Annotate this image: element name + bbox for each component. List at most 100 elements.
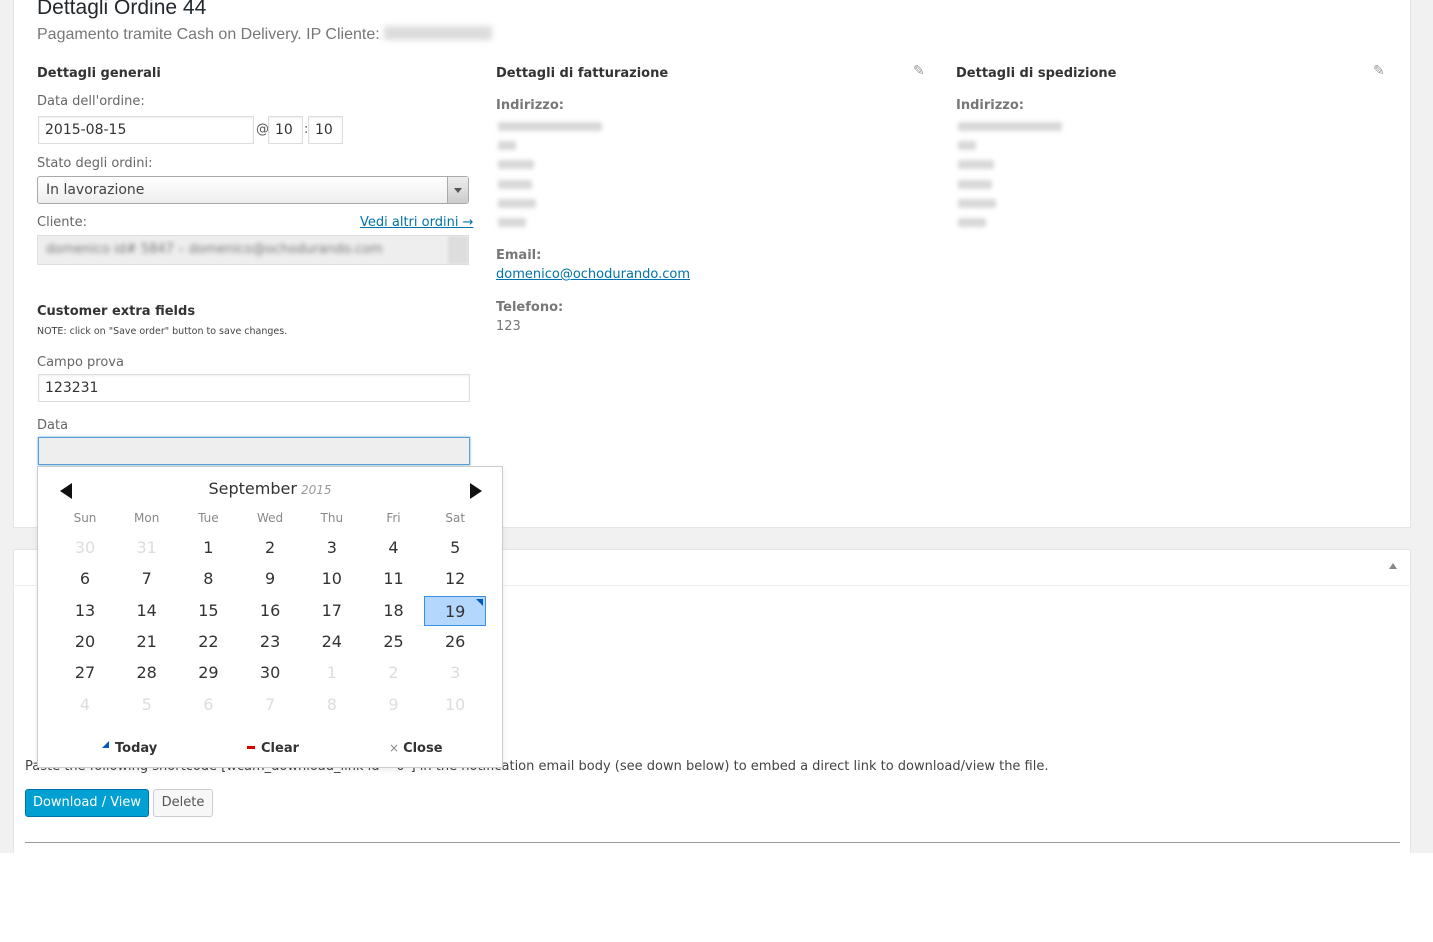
calendar-day[interactable]: 25 (363, 627, 425, 657)
close-button[interactable]: × Close (389, 741, 443, 756)
calendar-day[interactable]: 23 (239, 627, 301, 657)
billing-email-label: Email: (496, 248, 542, 263)
datepicker-month: September (208, 479, 297, 498)
campo-prova-input[interactable]: 123231 (38, 374, 470, 402)
payment-info: Pagamento tramite Cash on Delivery. IP C… (37, 26, 492, 44)
clear-button[interactable]: Clear (247, 741, 299, 756)
billing-heading: Dettagli di fatturazione (496, 66, 669, 81)
calendar-day[interactable]: 5 (424, 533, 486, 563)
customer-select[interactable]: domenico id# 5847 – domenico@ochodurando… (37, 235, 469, 265)
calendar-day-other-month[interactable]: 9 (363, 690, 425, 720)
billing-address-label: Indirizzo: (496, 98, 564, 113)
calendar-day[interactable]: 14 (116, 596, 178, 626)
weekday-header: Sun (73, 511, 97, 525)
today-button[interactable]: Today (102, 741, 157, 756)
calendar-day[interactable]: 27 (54, 658, 116, 688)
view-other-orders-link[interactable]: Vedi altri ordini → (360, 215, 473, 230)
calendar-day[interactable]: 10 (301, 564, 363, 594)
chevron-down-icon (447, 177, 468, 203)
weekday-header: Thu (320, 511, 344, 525)
calendar-day[interactable]: 21 (116, 627, 178, 657)
edit-shipping-pencil-icon[interactable]: ✎ (1373, 63, 1385, 79)
calendar-day-selected[interactable]: 19 (424, 595, 487, 626)
minus-icon (247, 746, 255, 749)
campo-prova-label: Campo prova (37, 355, 124, 370)
billing-phone-label: Telefono: (496, 300, 564, 315)
calendar-day[interactable]: 16 (239, 596, 301, 626)
datepicker-title: September 2015 (38, 479, 502, 498)
calendar-day-other-month[interactable]: 4 (54, 690, 116, 720)
calendar-day-other-month[interactable]: 5 (116, 690, 178, 720)
calendar-day-other-month[interactable]: 3 (424, 658, 486, 688)
calendar-day[interactable]: 18 (363, 596, 425, 626)
close-icon: × (389, 741, 400, 755)
extra-fields-heading: Customer extra fields (37, 304, 196, 319)
calendar-day[interactable]: 22 (177, 627, 239, 657)
page-bottom-area (0, 853, 1433, 942)
order-status-select[interactable]: In lavorazione (37, 176, 469, 204)
calendar-day[interactable]: 2 (239, 533, 301, 563)
billing-email-link[interactable]: domenico@ochodurando.com (496, 267, 690, 282)
shipping-heading: Dettagli di spedizione (956, 66, 1117, 81)
calendar-day[interactable]: 7 (116, 564, 178, 594)
divider (25, 842, 1400, 843)
calendar-day-other-month[interactable]: 1 (301, 658, 363, 688)
calendar-day-other-month[interactable]: 31 (116, 533, 178, 563)
calendar-day[interactable]: 3 (301, 533, 363, 563)
calendar-day[interactable]: 12 (424, 564, 486, 594)
calendar-day[interactable]: 15 (177, 596, 239, 626)
datepicker-year: 2015 (300, 483, 332, 497)
calendar-day-other-month[interactable]: 8 (301, 690, 363, 720)
data-date-input[interactable] (38, 437, 470, 465)
weekday-header: Sat (445, 511, 466, 525)
weekday-header: Wed (257, 511, 284, 525)
calendar-day-other-month[interactable]: 30 (54, 533, 116, 563)
customer-label: Cliente: (37, 215, 88, 230)
weekday-header: Tue (198, 511, 219, 525)
calendar-day-other-month[interactable]: 7 (239, 690, 301, 720)
today-marker-icon (102, 741, 109, 748)
download-view-button[interactable]: Download / View (25, 789, 149, 817)
payment-info-text: Pagamento tramite Cash on Delivery. IP C… (37, 26, 380, 43)
weekday-header: Fri (386, 511, 401, 525)
edit-billing-pencil-icon[interactable]: ✎ (913, 63, 925, 79)
calendar-day[interactable]: 6 (54, 564, 116, 594)
order-date-label: Data dell'ordine: (37, 94, 145, 109)
order-hour-input[interactable]: 10 (268, 116, 303, 144)
triangle-up-icon[interactable] (1389, 563, 1397, 569)
chevron-down-icon (448, 236, 468, 264)
calendar-day[interactable]: 29 (177, 658, 239, 688)
data-label: Data (37, 418, 69, 433)
calendar-day[interactable]: 1 (177, 533, 239, 563)
calendar-day[interactable]: 4 (363, 533, 425, 563)
calendar-day[interactable]: 9 (239, 564, 301, 594)
calendar-day[interactable]: 30 (239, 658, 301, 688)
calendar-day[interactable]: 11 (363, 564, 425, 594)
calendar-day[interactable]: 26 (424, 627, 486, 657)
right-arrow-icon[interactable] (468, 483, 484, 499)
calendar-day-other-month[interactable]: 2 (363, 658, 425, 688)
calendar-day[interactable]: 8 (177, 564, 239, 594)
customer-value-redacted: domenico id# 5847 – domenico@ochodurando… (46, 242, 383, 257)
order-minute-input[interactable]: 10 (308, 116, 343, 144)
calendar-day[interactable]: 28 (116, 658, 178, 688)
general-details-heading: Dettagli generali (37, 66, 161, 81)
shipping-address-label: Indirizzo: (956, 98, 1024, 113)
order-date-input[interactable]: 2015-08-15 (38, 116, 254, 144)
delete-button[interactable]: Delete (153, 789, 213, 817)
calendar-day[interactable]: 24 (301, 627, 363, 657)
close-label: Close (403, 741, 443, 756)
today-label: Today (115, 741, 158, 756)
calendar-day[interactable]: 13 (54, 596, 116, 626)
clear-label: Clear (261, 741, 299, 756)
calendar-day-other-month[interactable]: 10 (424, 690, 486, 720)
calendar-day[interactable]: 20 (54, 627, 116, 657)
order-status-value: In lavorazione (46, 182, 145, 198)
calendar-day-other-month[interactable]: 6 (177, 690, 239, 720)
billing-phone-value: 123 (496, 319, 521, 334)
page-title: Dettagli Ordine 44 (37, 0, 207, 19)
calendar-day[interactable]: 17 (301, 596, 363, 626)
weekday-header: Mon (134, 511, 160, 525)
datepicker: September 2015 Sun Mon Tue Wed Thu Fri Sat 30 31 1… (37, 466, 503, 768)
extra-fields-note: NOTE: click on "Save order" button to sa… (37, 326, 288, 337)
